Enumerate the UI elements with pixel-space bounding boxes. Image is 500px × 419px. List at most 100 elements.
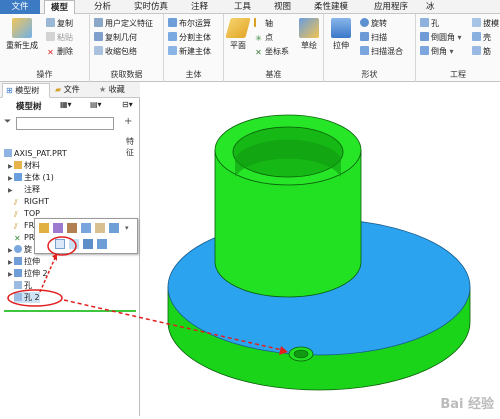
menu-annotate[interactable]: 注释: [185, 0, 214, 14]
tree-node-extrude-2[interactable]: ▶ 拉伸 2: [8, 268, 48, 279]
udf-button[interactable]: 用户定义特征: [94, 18, 153, 30]
menu-analysis[interactable]: 分析: [88, 0, 117, 14]
shell-icon: [472, 32, 481, 41]
regenerate-button[interactable]: 重新生成: [2, 18, 42, 51]
rib-button[interactable]: 筋: [472, 46, 491, 58]
chamfer-label: 倒角: [431, 47, 447, 56]
more-options-icon[interactable]: ▾: [125, 223, 135, 233]
tree-node-hole-1[interactable]: 孔: [14, 280, 32, 291]
extrude-button[interactable]: 拉伸: [326, 18, 356, 51]
menu-file[interactable]: 文件: [0, 0, 40, 14]
filter-icon: ⏷: [4, 117, 12, 127]
tree-columns-icon[interactable]: ⊟▾: [122, 100, 133, 109]
column-header-feature: 特征: [126, 137, 134, 157]
new-body-label: 新建主体: [179, 47, 211, 56]
edit-definition-icon[interactable]: [39, 223, 49, 233]
menu-applications[interactable]: 应用程序: [368, 0, 414, 14]
tree-node-hole-2[interactable]: 孔 2: [14, 292, 40, 303]
copy-label: 复制: [57, 19, 73, 28]
axis-button[interactable]: 轴: [254, 18, 273, 30]
shrinkwrap-button[interactable]: 收缩包络: [94, 46, 137, 58]
chamfer-button[interactable]: 倒角 ▾: [420, 46, 454, 58]
menu-tools[interactable]: 工具: [228, 0, 257, 14]
copy-geometry-button[interactable]: 复制几何: [94, 32, 137, 44]
plane-icon: [225, 18, 251, 38]
menu-live-sim[interactable]: 实时仿真: [128, 0, 174, 14]
add-filter-icon[interactable]: +: [124, 116, 132, 127]
tree-node-root[interactable]: AXIS_PAT.PRT: [4, 148, 67, 159]
visibility-icon[interactable]: [83, 239, 93, 249]
hole-button[interactable]: 孔: [420, 18, 439, 30]
model-view: [167, 114, 471, 391]
hide-icon[interactable]: [95, 223, 105, 233]
note-icon: [14, 185, 22, 193]
tree-node-bodies[interactable]: ▶ 主体 (1): [8, 172, 54, 183]
appearance-icon[interactable]: [97, 239, 107, 249]
insert-indicator: [4, 310, 136, 312]
revolve-label: 旋转: [371, 19, 387, 28]
delete-button[interactable]: ✕ 删除: [46, 46, 73, 58]
pattern-brush-icon[interactable]: [67, 223, 77, 233]
group-title-engineering: 工程: [450, 70, 466, 79]
point-button[interactable]: ✳ 点: [254, 32, 273, 44]
chamfer-icon: [420, 46, 429, 55]
paste-label: 粘贴: [57, 33, 73, 42]
tree-node-right[interactable]: ⫽ RIGHT: [14, 196, 49, 207]
pattern-icon[interactable]: [55, 239, 65, 249]
tab-favorites[interactable]: ★ 收藏: [96, 83, 138, 98]
tree-settings-icon[interactable]: ▦▾: [60, 100, 72, 109]
axis-label: 轴: [265, 19, 273, 28]
tree-node-material[interactable]: ▶ 材料: [8, 160, 40, 171]
tab-files[interactable]: ▰ 文件: [52, 83, 94, 98]
hole-icon: [420, 18, 429, 27]
tree-node-extrude-1-label: 拉伸: [24, 257, 40, 266]
material-icon: [14, 161, 22, 169]
boolean-icon: [168, 18, 177, 27]
group-get-data: 用户定义特征 复制几何 收缩包络 获取数据: [90, 14, 164, 82]
split-body-label: 分割主体: [179, 33, 211, 42]
shrinkwrap-label: 收缩包络: [105, 47, 137, 56]
new-body-icon: [168, 46, 177, 55]
delete-label: 删除: [57, 47, 73, 56]
menu-flexible-modeling[interactable]: 柔性建模: [308, 0, 354, 14]
round-button[interactable]: 倒圆角 ▾: [420, 32, 462, 44]
hole-icon: [14, 293, 22, 301]
filter-input[interactable]: [16, 117, 114, 130]
tree-node-extrude-2-label: 拉伸 2: [24, 269, 48, 278]
plane-button[interactable]: 平面: [225, 18, 251, 51]
tree-node-extrude-1[interactable]: ▶ 拉伸: [8, 256, 40, 267]
suppress-icon[interactable]: [81, 223, 91, 233]
csys-icon: ✕: [255, 48, 262, 57]
sketch-icon: [299, 18, 319, 38]
copy-feature-icon[interactable]: [69, 239, 79, 249]
csys-button[interactable]: ✕ 坐标系: [254, 46, 289, 58]
menu-view[interactable]: 视图: [268, 0, 297, 14]
round-icon: [420, 32, 429, 41]
tree-node-revolve[interactable]: ▶ 旋: [8, 244, 32, 255]
extrude-icon: [14, 269, 22, 277]
new-body-button[interactable]: 新建主体: [168, 46, 211, 58]
split-body-button[interactable]: 分割主体: [168, 32, 211, 44]
copy-button[interactable]: 复制: [46, 18, 73, 30]
shell-button[interactable]: 壳: [472, 32, 491, 44]
shrinkwrap-icon: [94, 46, 103, 55]
extrude-icon: [14, 257, 22, 265]
sketch-button[interactable]: 草绘: [296, 18, 322, 51]
revolve-button[interactable]: 旋转: [360, 18, 387, 30]
paste-button[interactable]: 粘贴: [46, 32, 73, 44]
graphics-window[interactable]: [141, 82, 500, 416]
draft-button[interactable]: 拔模: [472, 18, 499, 30]
folder-icon: ▰: [55, 85, 62, 94]
measure-icon[interactable]: [109, 223, 119, 233]
swept-blend-button[interactable]: 扫描混合: [360, 46, 403, 58]
body-icon: [14, 173, 22, 181]
edit-dimensions-icon[interactable]: [53, 223, 63, 233]
menu-model[interactable]: 模型: [44, 0, 76, 14]
extrude-label: 拉伸: [333, 41, 349, 50]
menu-more[interactable]: 冰: [420, 0, 441, 14]
tree-node-notes[interactable]: ▶ 注释: [8, 184, 40, 195]
tree-display-icon[interactable]: ▤▾: [90, 100, 102, 109]
sweep-button[interactable]: 扫描: [360, 32, 387, 44]
boolean-button[interactable]: 布尔运算: [168, 18, 211, 30]
tab-model-tree[interactable]: ⊞ 模型树: [2, 83, 50, 98]
